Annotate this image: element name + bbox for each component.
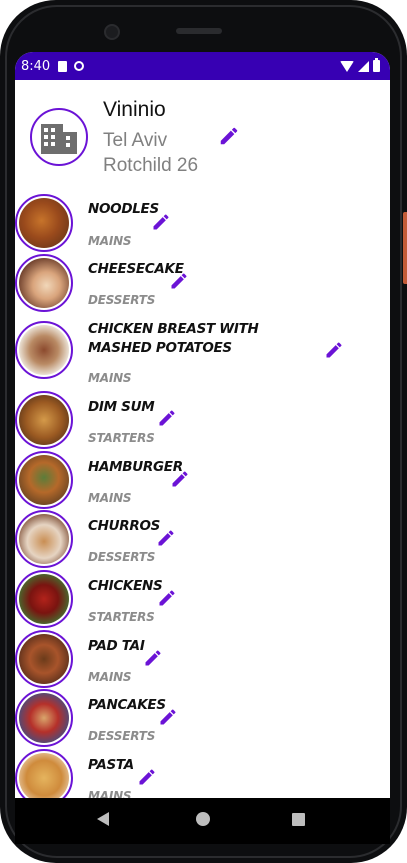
- app-screen: 8:40 Vininio Tel Aviv Rotchild 26 NOODLE…: [15, 52, 390, 798]
- restaurant-name: Vininio: [103, 98, 166, 121]
- signal-icon: [358, 60, 369, 72]
- edit-restaurant-icon[interactable]: [218, 125, 240, 147]
- dish-thumbnail: [15, 510, 73, 568]
- recent-apps-icon[interactable]: [292, 813, 305, 826]
- dish-photo: [19, 258, 69, 308]
- dish-photo: [19, 574, 69, 624]
- dish-thumbnail: [15, 254, 73, 312]
- dish-name: Noodles: [88, 201, 159, 217]
- dish-name: Churros: [88, 518, 161, 534]
- wifi-icon: [340, 60, 354, 72]
- dish-thumbnail: [15, 570, 73, 628]
- dish-thumbnail: [15, 321, 73, 379]
- dish-name: Dim Sum: [88, 399, 155, 415]
- status-time: 8:40: [21, 58, 51, 74]
- power-button: [403, 212, 407, 284]
- dish-category: Mains: [88, 371, 132, 385]
- dish-photo: [19, 514, 69, 564]
- dish-category: Mains: [88, 789, 132, 798]
- edit-dish-icon[interactable]: [170, 469, 190, 489]
- phone-frame: 8:40 Vininio Tel Aviv Rotchild 26 NOODLE…: [0, 0, 407, 863]
- dish-thumbnail: [15, 194, 73, 252]
- earpiece-speaker: [176, 28, 222, 34]
- dish-photo: [19, 198, 69, 248]
- status-icons: [340, 58, 380, 72]
- building-icon: [41, 124, 77, 154]
- edit-dish-icon[interactable]: [151, 212, 171, 232]
- dish-photo: [19, 693, 69, 743]
- dish-category: Desserts: [88, 293, 156, 307]
- restaurant-avatar: [30, 108, 88, 166]
- dish-list[interactable]: Noodles Mains Cheesecake Desserts Chicken br…: [15, 192, 390, 798]
- edit-dish-icon[interactable]: [324, 340, 344, 360]
- edit-dish-icon[interactable]: [169, 271, 189, 291]
- home-icon[interactable]: [196, 812, 210, 826]
- dish-photo: [19, 753, 69, 798]
- restaurant-street: Rotchild 26: [103, 155, 199, 176]
- dish-photo: [19, 634, 69, 684]
- dish-category: Desserts: [88, 550, 156, 564]
- dish-thumbnail: [15, 630, 73, 688]
- no-disturb-icon: [74, 61, 85, 71]
- restaurant-header: Vininio Tel Aviv Rotchild 26: [15, 80, 390, 192]
- restaurant-city: Tel Aviv: [103, 130, 168, 151]
- sd-card-icon: [58, 60, 68, 72]
- edit-dish-icon[interactable]: [157, 588, 177, 608]
- dish-name: Chicken breast with mashed potatoes: [88, 321, 259, 356]
- edit-dish-icon[interactable]: [143, 648, 163, 668]
- dish-thumbnail: [15, 689, 73, 747]
- navigation-bar: [15, 798, 390, 844]
- dish-photo: [19, 395, 69, 445]
- edit-dish-icon[interactable]: [156, 528, 176, 548]
- dish-category: Starters: [88, 610, 155, 624]
- dish-name: Chickens: [88, 578, 163, 594]
- dish-photo: [19, 325, 69, 375]
- dish-category: Mains: [88, 670, 132, 684]
- dish-name: Pad Tai: [88, 638, 145, 654]
- dish-category: Starters: [88, 431, 155, 445]
- status-bar: 8:40: [15, 52, 390, 80]
- dish-category: Mains: [88, 234, 132, 248]
- dish-thumbnail: [15, 451, 73, 509]
- edit-dish-icon[interactable]: [158, 707, 178, 727]
- dish-name: Pasta: [88, 757, 134, 773]
- edit-dish-icon[interactable]: [137, 767, 157, 787]
- dish-photo: [19, 455, 69, 505]
- front-camera: [104, 24, 120, 40]
- dish-thumbnail: [15, 749, 73, 798]
- edit-dish-icon[interactable]: [157, 408, 177, 428]
- back-icon[interactable]: [97, 812, 109, 826]
- dish-name: Pancakes: [88, 697, 166, 713]
- battery-icon: [373, 58, 380, 72]
- dish-category: Desserts: [88, 729, 156, 743]
- dish-category: Mains: [88, 491, 132, 505]
- dish-thumbnail: [15, 391, 73, 449]
